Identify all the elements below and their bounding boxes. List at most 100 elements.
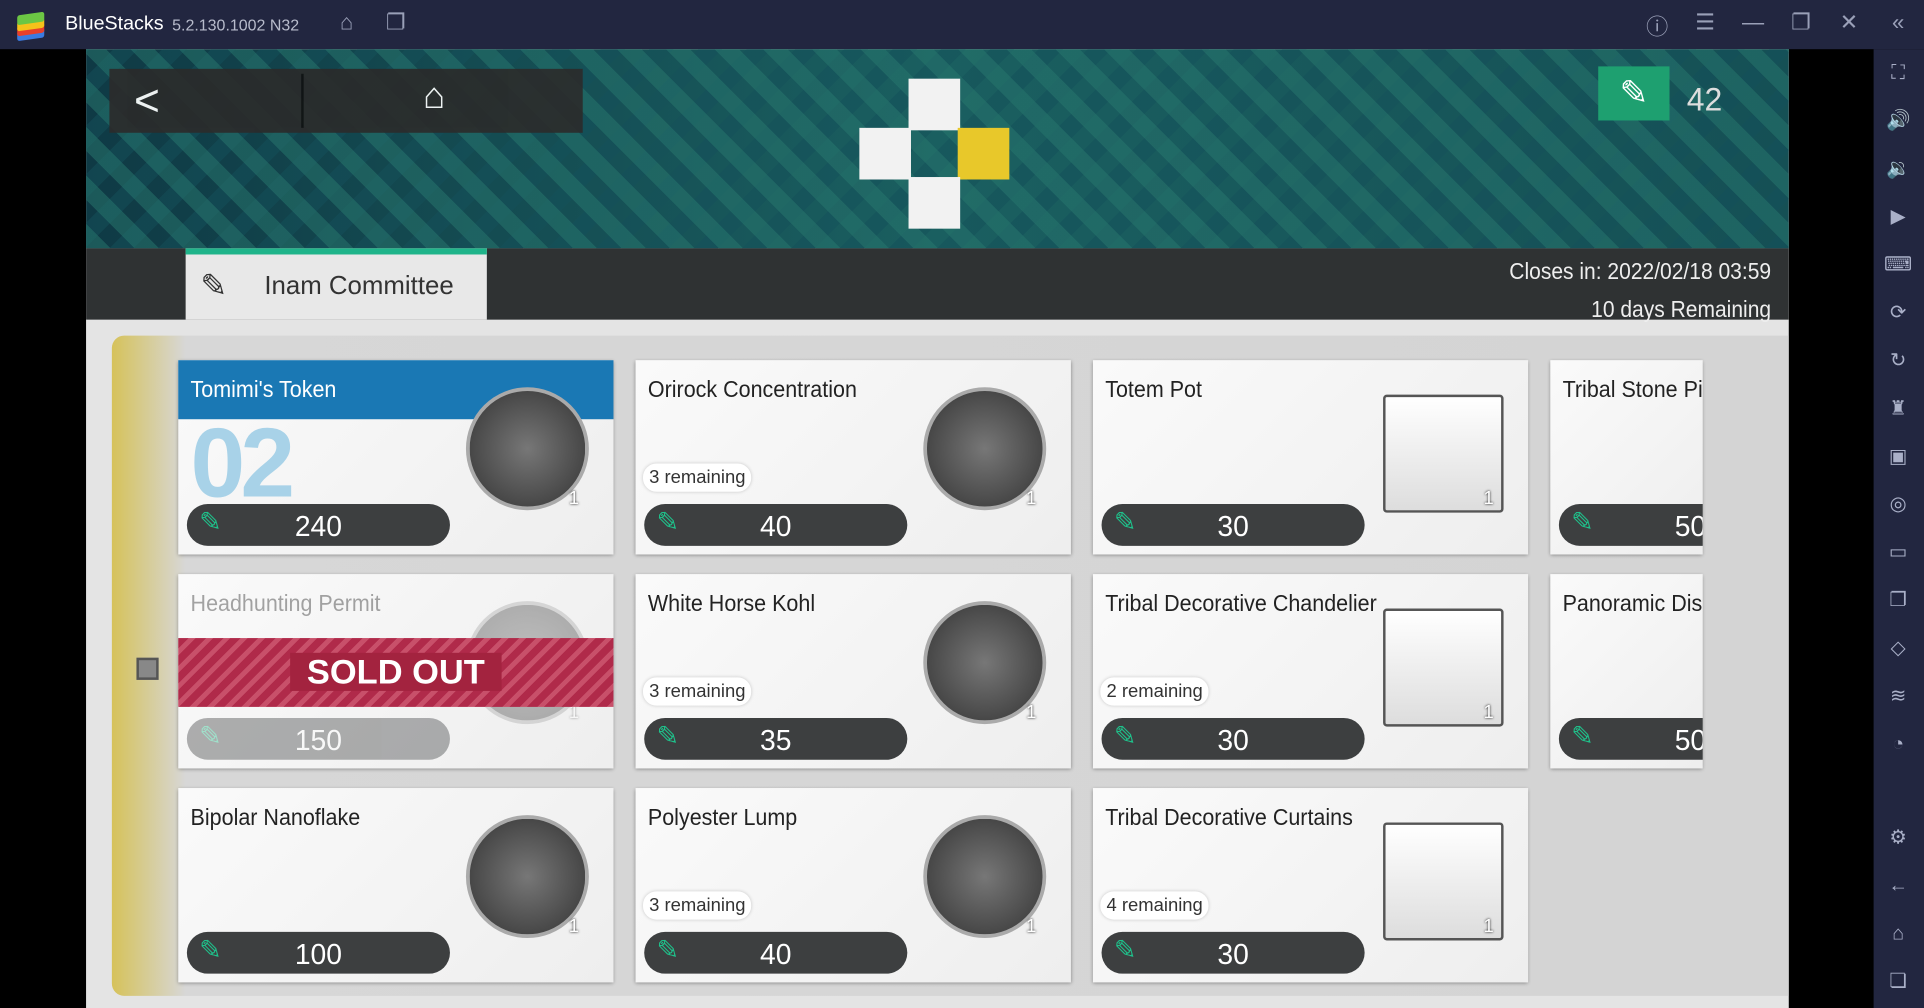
item-quantity: 1 — [1483, 915, 1494, 937]
help-icon[interactable]: ⓘ — [1642, 10, 1672, 42]
settings-icon[interactable]: ⚙ — [1883, 824, 1913, 854]
tab-inam-committee[interactable]: ✎ Inam Committee — [185, 248, 487, 320]
item-title: Orirock Concentration — [647, 377, 857, 404]
price: 150 — [294, 724, 343, 757]
shop-item-card[interactable]: 02 Tomimi's Token 1 ✎ 240 — [178, 360, 614, 555]
divider — [301, 73, 304, 128]
eraser-icon[interactable]: ◇ — [1883, 634, 1913, 664]
layers-icon[interactable]: ≋ — [1883, 682, 1913, 712]
item-title: White Horse Kohl — [647, 591, 816, 618]
performance-icon[interactable]: ◔ — [1883, 730, 1913, 760]
event-emblem-icon — [854, 74, 1014, 246]
price: 30 — [1217, 938, 1249, 970]
shop-item-card[interactable]: White Horse Kohl 1 3 remaining ✎ 35 — [635, 574, 1071, 769]
game-controls-icon[interactable]: ♜ — [1883, 395, 1913, 425]
title-bar: BlueStacks 5.2.130.1002 N32 ⌂ ❐ ⓘ ☰ — ❐ … — [0, 0, 1924, 50]
sold-out-label: SOLD OUT — [289, 652, 502, 691]
days-remaining: 10 days Remaining — [1591, 297, 1772, 324]
item-title: Polyester Lump — [647, 805, 798, 832]
back-button[interactable]: < — [134, 76, 160, 125]
price-bar: ✎50 — [1558, 504, 1703, 546]
item-title: Bipolar Nanoflake — [190, 805, 361, 832]
home-icon[interactable]: ⌂ — [332, 10, 362, 36]
home-button[interactable]: ⌂ — [423, 76, 445, 118]
recents-icon[interactable]: ❏ — [1883, 968, 1913, 998]
shop-item-card[interactable]: Tribal Decorative Curtains 1 4 remaining ✎ 3… — [1092, 788, 1529, 983]
home-icon[interactable]: ⌂ — [1883, 920, 1913, 950]
menu-icon[interactable]: ☰ — [1690, 10, 1720, 36]
currency-icon: ✎ — [1598, 66, 1670, 121]
item-title: Tribal Decorative Curtains — [1105, 805, 1353, 832]
price-bar: ✎ 100 — [186, 931, 450, 974]
hide-sold-checkbox[interactable] — [136, 657, 159, 680]
bluestacks-logo-icon — [15, 11, 47, 42]
price: 240 — [294, 510, 343, 543]
shop-item-card[interactable]: Tribal Decorative Chandelier 1 2 remaining… — [1092, 574, 1529, 769]
volume-down-icon[interactable]: 🔉 — [1883, 155, 1913, 185]
multi-instance-icon[interactable]: ❐ — [1883, 586, 1913, 616]
app-version: 5.2.130.1002 N32 — [172, 15, 300, 35]
price: 50 — [1674, 510, 1703, 543]
committee-icon: ✎ — [200, 266, 228, 304]
shop-item-card[interactable]: Totem Pot 1 ✎ 30 — [1092, 360, 1529, 555]
price-bar: ✎ 30 — [1101, 504, 1365, 546]
multi-instance-icon[interactable]: ❐ — [381, 10, 411, 36]
price-bar: ✎ 30 — [1101, 931, 1365, 974]
shop-item-card[interactable]: Bipolar Nanoflake 1 ✎ 100 — [178, 788, 614, 983]
item-title: Tribal Decorative Chandelier — [1105, 591, 1377, 618]
price: 30 — [1217, 724, 1249, 757]
shop-item-card[interactable]: Tribal Stone Pillar ✎50 — [1550, 360, 1703, 555]
restore-icon[interactable]: ❐ — [1786, 10, 1816, 36]
item-quantity: 1 — [568, 915, 580, 937]
remaining-badge: 3 remaining — [642, 891, 752, 920]
back-icon[interactable]: ← — [1883, 872, 1913, 902]
remaining-badge: 4 remaining — [1100, 891, 1209, 920]
price-bar: ✎ 150 — [186, 717, 450, 760]
keyboard-icon[interactable]: ⌨ — [1883, 251, 1913, 281]
apk-icon[interactable]: ▣ — [1883, 443, 1913, 473]
nav-bar: < ⌂ — [109, 68, 583, 133]
macro-icon[interactable]: ⟳ — [1883, 299, 1913, 329]
price: 30 — [1217, 510, 1249, 543]
shop-item-card[interactable]: Panoramic Display (Rai ✎50 — [1550, 574, 1703, 769]
price-bar: ✎ 40 — [644, 931, 908, 974]
price-bar: ✎ 40 — [644, 504, 908, 546]
app-name: BlueStacks — [65, 13, 164, 35]
price: 100 — [294, 938, 343, 970]
item-quantity: 1 — [1026, 488, 1037, 509]
item-title: Totem Pot — [1105, 377, 1202, 404]
folder-icon[interactable]: ▭ — [1883, 538, 1913, 568]
shop-item-card[interactable]: Polyester Lump 1 3 remaining ✎ 40 — [635, 788, 1071, 983]
price: 35 — [760, 724, 792, 757]
game-screen: < ⌂ ✎ 42 ✎ Inam Committee Closes in: 202… — [86, 49, 1789, 1008]
price-bar: ✎ 240 — [186, 504, 450, 546]
closes-in: Closes in: 2022/02/18 03:59 — [1509, 259, 1772, 286]
fullscreen-icon[interactable]: ⛶ — [1883, 59, 1913, 89]
screenshot-icon[interactable]: ◎ — [1883, 491, 1913, 521]
media-icon[interactable]: ▶ — [1883, 203, 1913, 233]
item-title: Tomimi's Token — [190, 377, 337, 404]
collapse-sidebar-icon[interactable]: « — [1883, 10, 1913, 36]
remaining-badge: 2 remaining — [1100, 677, 1209, 706]
shop-item-card[interactable]: Headhunting Permit 1 ✎ 150 SOLD OUT — [178, 574, 614, 769]
remaining-badge: 3 remaining — [642, 463, 752, 492]
close-icon[interactable]: ✕ — [1834, 10, 1864, 36]
price-bar: ✎ 35 — [644, 717, 908, 760]
item-quantity: 1 — [1483, 488, 1494, 509]
tab-label: Inam Committee — [264, 271, 454, 300]
price: 50 — [1674, 724, 1703, 757]
minimize-icon[interactable]: — — [1738, 10, 1768, 36]
price-bar: ✎ 30 — [1101, 717, 1365, 760]
price-bar: ✎50 — [1558, 717, 1703, 760]
shop-item-card[interactable]: Orirock Concentration 1 3 remaining ✎ 40 — [635, 360, 1071, 555]
item-title: Tribal Stone Pillar — [1562, 377, 1703, 404]
rotate-icon[interactable]: ↻ — [1883, 347, 1913, 377]
item-quantity: 1 — [1026, 915, 1037, 937]
remaining-badge: 3 remaining — [642, 677, 752, 706]
item-title: Headhunting Permit — [190, 591, 381, 618]
item-quantity: 1 — [568, 488, 580, 509]
sold-out-banner: SOLD OUT — [178, 638, 614, 707]
item-quantity: 1 — [1026, 701, 1037, 723]
volume-up-icon[interactable]: 🔊 — [1883, 107, 1913, 137]
currency-count: 42 — [1686, 81, 1723, 119]
